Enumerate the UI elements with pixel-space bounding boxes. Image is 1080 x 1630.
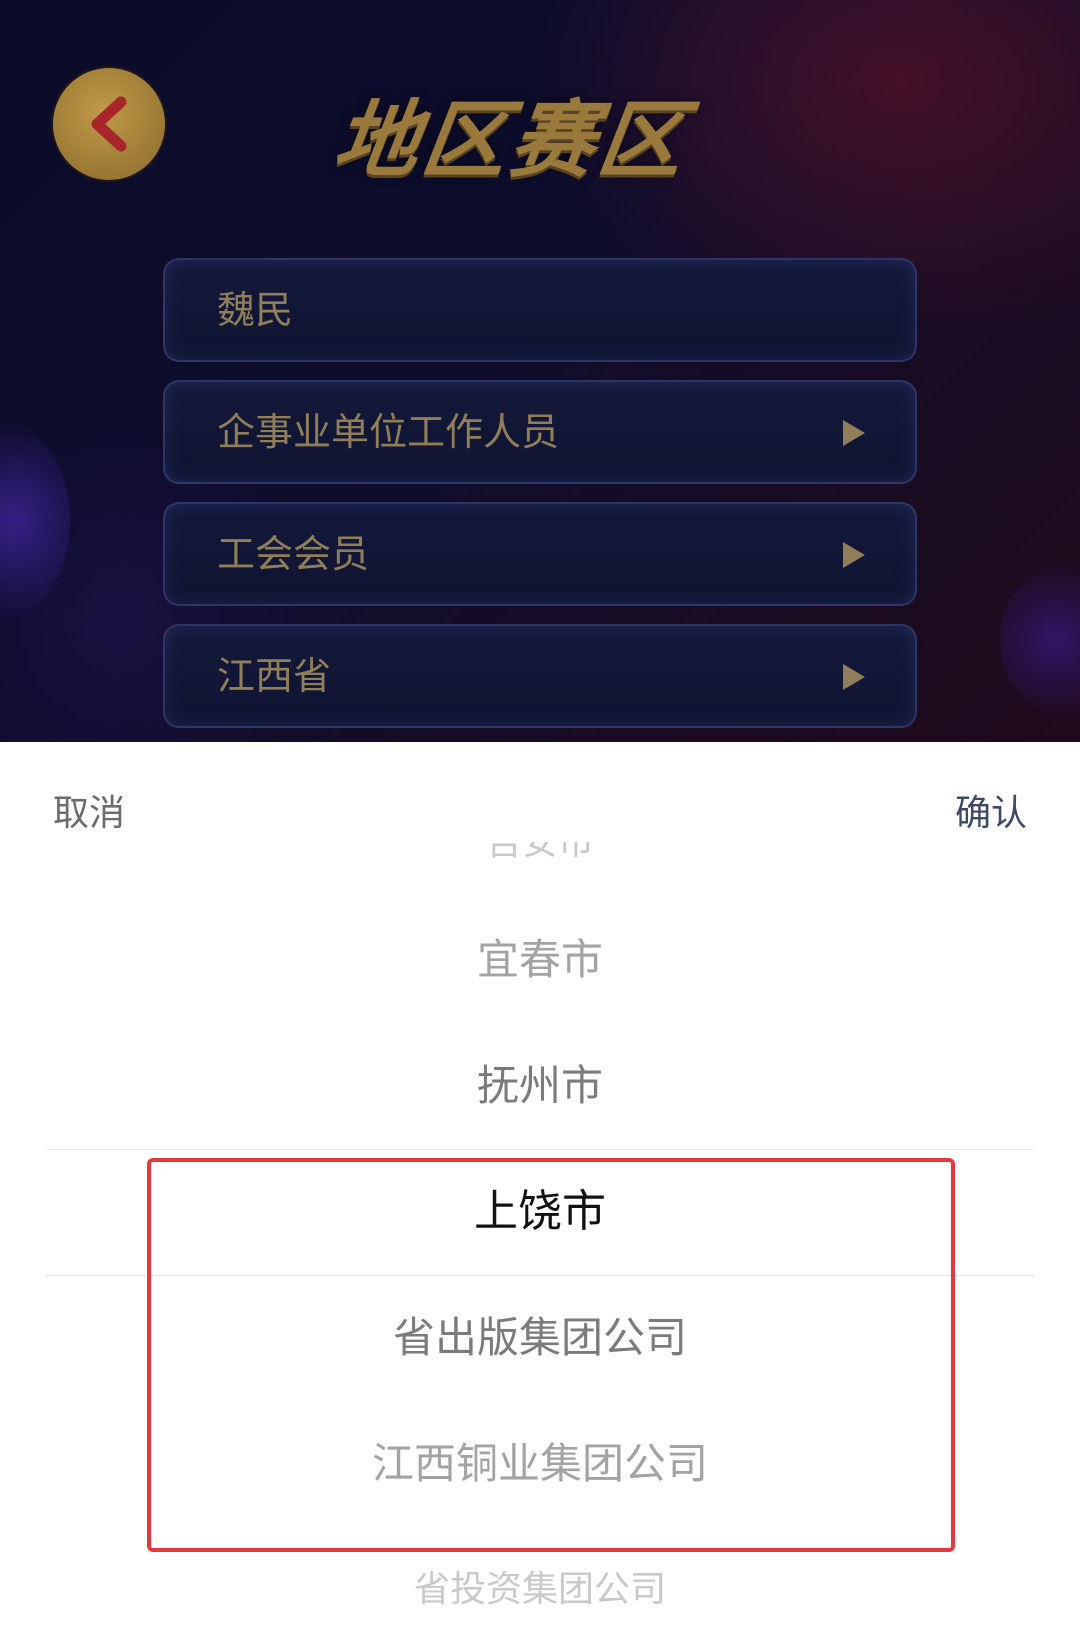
page-title: 地区赛区 (328, 91, 694, 189)
picker-option[interactable]: 宜春市 (0, 897, 1080, 1023)
menu-item-name[interactable]: 魏民 (163, 258, 917, 362)
menu-list: 魏民 企事业单位工作人员 工会会员 江西省 (163, 258, 917, 742)
decorative-swirl (1000, 560, 1080, 720)
back-button[interactable] (53, 68, 165, 180)
chevron-left-icon (91, 96, 127, 152)
picker-wheel[interactable]: 吉安市 宜春市 抚州市 上饶市 省出版集团公司 江西铜业集团公司 省投资集团公司 (0, 842, 1080, 1630)
menu-item-label: 魏民 (217, 288, 294, 332)
triangle-right-icon (843, 664, 865, 690)
confirm-button[interactable]: 确认 (955, 784, 1027, 836)
picker-option[interactable]: 抚州市 (0, 1023, 1080, 1149)
menu-item-label: 江西省 (217, 654, 332, 698)
menu-item-occupation[interactable]: 企事业单位工作人员 (163, 380, 917, 484)
background-screen: 地区赛区 魏民 企事业单位工作人员 工会会员 江西省 (0, 0, 1080, 742)
picker-option[interactable]: 省出版集团公司 (0, 1275, 1080, 1401)
menu-item-membership[interactable]: 工会会员 (163, 502, 917, 606)
menu-item-label: 企事业单位工作人员 (217, 410, 560, 454)
menu-item-province[interactable]: 江西省 (163, 624, 917, 728)
picker-option[interactable]: 省投资集团公司 (0, 1527, 1080, 1630)
picker-sheet: 取消 确认 吉安市 宜春市 抚州市 上饶市 省出版集团公司 江西铜业集团公司 省… (0, 742, 1080, 1630)
decorative-swirl (0, 420, 70, 620)
picker-option-selected[interactable]: 上饶市 (0, 1149, 1080, 1275)
picker-option[interactable]: 江西铜业集团公司 (0, 1401, 1080, 1527)
cancel-button[interactable]: 取消 (53, 784, 125, 836)
triangle-right-icon (843, 420, 865, 446)
triangle-right-icon (843, 542, 865, 568)
menu-item-label: 工会会员 (217, 532, 370, 576)
